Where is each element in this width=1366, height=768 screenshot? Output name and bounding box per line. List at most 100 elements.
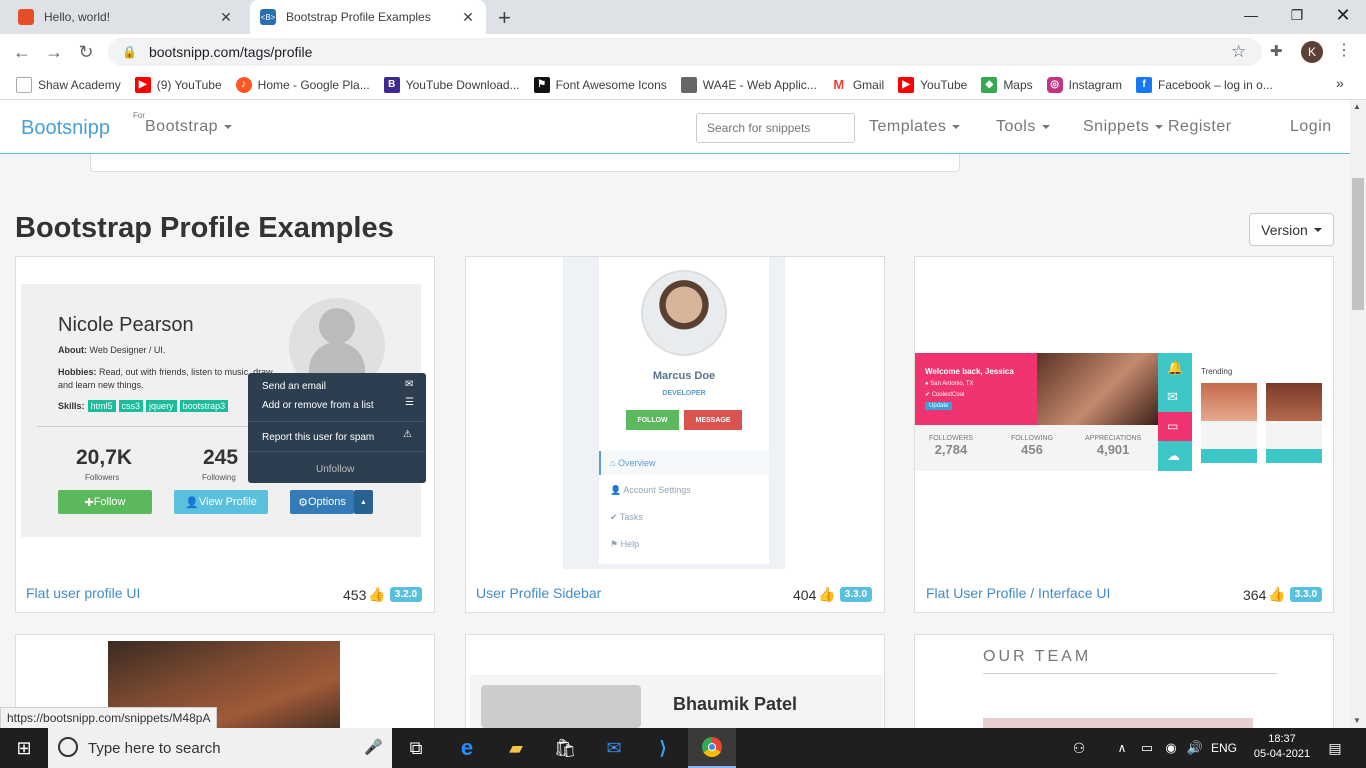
bookmark-item[interactable]: M Gmail bbox=[830, 76, 884, 93]
options-menu-preview: Send an email ✉ Add or remove from a lis… bbox=[248, 373, 426, 483]
check-icon: ✔ bbox=[610, 512, 618, 522]
bookmark-item[interactable]: ▶ (9) YouTube bbox=[134, 76, 222, 93]
thumbs-up-icon: 👍 bbox=[818, 586, 836, 602]
taskbar-search[interactable]: Type here to search 🎤 bbox=[48, 728, 392, 768]
caret-down-icon bbox=[1313, 227, 1322, 232]
close-tab-icon[interactable]: ✕ bbox=[218, 9, 234, 26]
nav-tools[interactable]: Tools bbox=[996, 118, 1050, 136]
snippet-title-link[interactable]: Flat User Profile / Interface UI bbox=[926, 585, 1110, 601]
scroll-down-icon[interactable]: ▼ bbox=[1353, 716, 1361, 725]
reload-icon[interactable]: ↻ bbox=[74, 40, 98, 64]
snippet-preview-image[interactable]: Marcus Doe DEVELOPER FOLLOW MESSAGE ⌂ Ov… bbox=[563, 257, 785, 569]
following-label: Following bbox=[202, 473, 236, 482]
bookmark-item[interactable]: ▶ YouTube bbox=[898, 76, 967, 93]
extensions-icon[interactable]: ✚ bbox=[1270, 42, 1283, 60]
caret-down-icon bbox=[952, 124, 961, 129]
page-title: Bootstrap Profile Examples bbox=[15, 212, 394, 244]
browser-tab-active[interactable]: <B> Bootstrap Profile Examples ✕ bbox=[250, 0, 486, 34]
nav-templates[interactable]: Templates bbox=[869, 118, 961, 136]
skill-tag: jquery bbox=[146, 400, 177, 412]
version-dropdown[interactable]: Version bbox=[1249, 213, 1334, 246]
scroll-up-icon[interactable]: ▲ bbox=[1353, 102, 1361, 111]
people-icon[interactable]: ⚇ bbox=[1064, 728, 1094, 768]
snippet-title-link[interactable]: User Profile Sidebar bbox=[476, 585, 601, 601]
new-tab-button[interactable]: + bbox=[498, 5, 511, 31]
bootsnipp-favicon-icon: <B> bbox=[260, 9, 276, 25]
language-indicator[interactable]: ENG bbox=[1208, 728, 1240, 768]
bootstrap-dropdown[interactable]: Bootstrap bbox=[145, 118, 232, 136]
mail-icon[interactable]: ✉ bbox=[590, 728, 638, 768]
edge-icon[interactable]: e bbox=[443, 728, 491, 768]
bookmark-item[interactable]: ◎ Instagram bbox=[1046, 76, 1122, 93]
bookmark-star-icon[interactable]: ☆ bbox=[1231, 42, 1246, 62]
menu-kebab-icon[interactable]: ⋮ bbox=[1336, 40, 1352, 60]
clock[interactable]: 18:37 05-04-2021 bbox=[1252, 732, 1312, 762]
following-count: 245 bbox=[203, 446, 239, 469]
url-text: bootsnipp.com/tags/profile bbox=[148, 44, 313, 60]
volume-icon[interactable]: 🔊 bbox=[1184, 728, 1206, 768]
bookmarks-bar: Shaw Academy ▶ (9) YouTube ♪ Home - Google… bbox=[0, 70, 1366, 100]
cloud-upload-icon: ☁ bbox=[1167, 448, 1180, 463]
bookmark-item[interactable]: WA4E - Web Applic... bbox=[680, 76, 817, 93]
profile-name: Nicole Pearson bbox=[58, 314, 194, 336]
minimize-icon[interactable]: — bbox=[1228, 0, 1274, 30]
likes-counter: 404 👍 3.3.0 bbox=[793, 586, 873, 603]
microphone-icon[interactable]: 🎤 bbox=[364, 738, 383, 756]
bookmark-item[interactable]: Shaw Academy bbox=[16, 76, 121, 93]
envelope-icon: ✉ bbox=[405, 379, 414, 390]
follow-button-preview: ✚ Follow bbox=[58, 490, 152, 514]
bookmarks-more-button[interactable]: » bbox=[1336, 75, 1344, 91]
google-play-icon: ♪ bbox=[235, 76, 252, 93]
for-label: For bbox=[133, 111, 145, 120]
message-button-preview: MESSAGE bbox=[684, 410, 742, 430]
forward-icon[interactable]: → bbox=[42, 40, 66, 64]
maximize-icon[interactable]: ❐ bbox=[1274, 0, 1320, 30]
html5-icon bbox=[18, 9, 34, 25]
nav-snippets[interactable]: Snippets bbox=[1083, 118, 1164, 136]
browser-tab[interactable]: Hello, world! ✕ bbox=[8, 0, 244, 34]
bookmark-item[interactable]: B YouTube Download... bbox=[383, 76, 520, 93]
vscode-icon[interactable]: ⟩ bbox=[639, 728, 687, 768]
scrollbar-thumb[interactable] bbox=[1352, 178, 1364, 310]
profile-name: Bhaumik Patel bbox=[673, 694, 798, 714]
notifications-icon[interactable]: ▤ bbox=[1320, 728, 1350, 768]
show-hidden-icons[interactable]: ∧ bbox=[1112, 728, 1132, 768]
snippet-title-link[interactable]: Flat user profile UI bbox=[26, 585, 140, 601]
network-icon[interactable]: ◉ bbox=[1160, 728, 1182, 768]
battery-icon[interactable]: ▭ bbox=[1136, 728, 1158, 768]
trending-thumbnail bbox=[1201, 383, 1257, 421]
version-badge: 3.3.0 bbox=[839, 587, 873, 602]
windows-start-icon[interactable]: ⊞ bbox=[0, 728, 48, 768]
home-icon: ⌂ bbox=[610, 458, 616, 468]
address-bar[interactable]: 🔒 bootsnipp.com/tags/profile bbox=[108, 38, 1262, 66]
bookmark-item[interactable]: ⚑ Font Awesome Icons bbox=[533, 76, 667, 93]
task-view-icon[interactable]: ⧉ bbox=[392, 728, 440, 768]
followers-count: 20,7K bbox=[76, 446, 133, 469]
brand-logo[interactable]: Bootsnipp bbox=[21, 117, 110, 140]
skill-tag: html5 bbox=[87, 400, 116, 412]
bookmark-item[interactable]: ◆ Maps bbox=[981, 76, 1033, 93]
likes-counter: 364 👍 3.3.0 bbox=[1243, 586, 1323, 603]
profile-photo bbox=[1037, 353, 1158, 425]
bell-icon: 🔔 bbox=[1167, 360, 1184, 375]
profile-avatar[interactable]: K bbox=[1301, 41, 1323, 63]
status-url: https://bootsnipp.com/snippets/M48pA bbox=[0, 707, 218, 729]
version-badge: 3.3.0 bbox=[1289, 587, 1323, 602]
snippet-preview-image[interactable]: Welcome back, Jessica ● San Antonio, TX … bbox=[915, 353, 1333, 471]
map-marker-icon: ● bbox=[925, 381, 929, 387]
store-icon[interactable]: 🛍 bbox=[541, 728, 589, 768]
back-icon[interactable]: ← bbox=[10, 40, 34, 64]
tab-title: Hello, world! bbox=[44, 10, 111, 24]
bookmark-item[interactable]: ♪ Home - Google Pla... bbox=[235, 76, 370, 93]
nav-register[interactable]: Register bbox=[1168, 118, 1232, 136]
nav-login[interactable]: Login bbox=[1290, 118, 1332, 136]
chrome-icon[interactable] bbox=[688, 728, 736, 768]
close-window-icon[interactable]: ✕ bbox=[1320, 0, 1366, 30]
check-icon: ✔ bbox=[925, 392, 931, 398]
snippet-preview-image[interactable] bbox=[983, 718, 1253, 728]
close-tab-icon[interactable]: ✕ bbox=[460, 9, 476, 26]
bookmark-item[interactable]: f Facebook – log in o... bbox=[1136, 76, 1273, 93]
file-explorer-icon[interactable]: ▰ bbox=[492, 728, 540, 768]
snippet-search-input[interactable] bbox=[696, 113, 855, 143]
flag-icon: ⚑ bbox=[533, 76, 550, 93]
